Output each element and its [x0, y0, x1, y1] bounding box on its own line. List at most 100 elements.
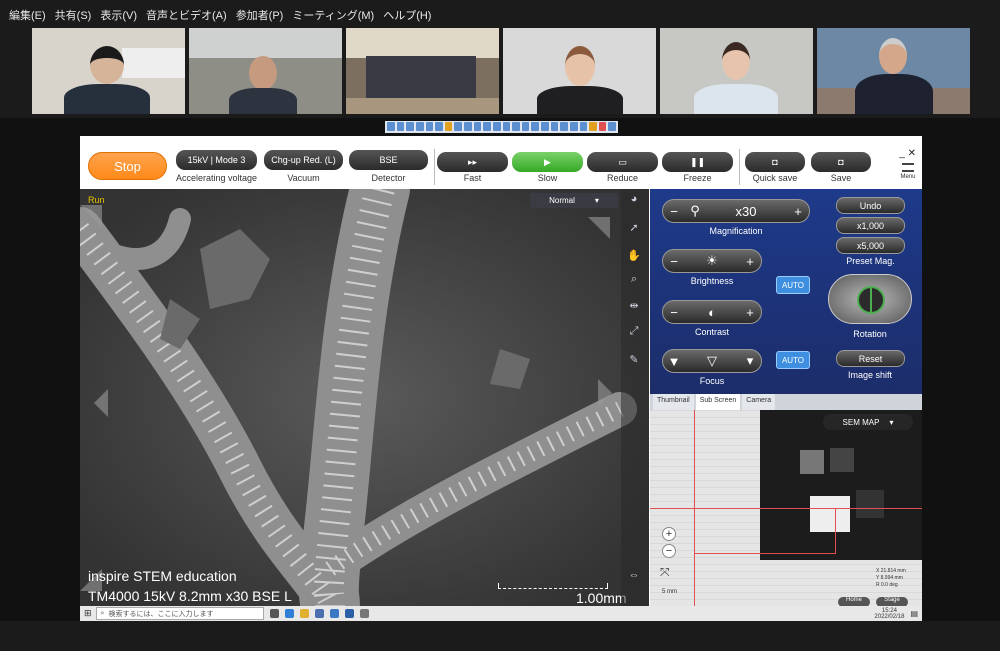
detector-button[interactable]: BSE: [349, 150, 428, 170]
menu-participants[interactable]: 参加者(P): [236, 7, 284, 23]
scan-mode-value: Normal: [549, 196, 575, 205]
internet-explorer-icon[interactable]: [344, 609, 354, 618]
freeze-button[interactable]: ❚❚: [662, 152, 733, 172]
globe-icon[interactable]: ◕: [624, 193, 644, 211]
undo-button[interactable]: Undo: [836, 197, 905, 214]
menu-share[interactable]: 共有(S): [55, 7, 92, 23]
expand-icon[interactable]: ⤢: [624, 325, 644, 343]
scale-bar: [498, 583, 608, 589]
focus-fine-icon[interactable]: ▾: [739, 353, 761, 369]
map-zoom-in-icon[interactable]: +: [662, 527, 676, 541]
plus-icon[interactable]: +: [739, 254, 761, 269]
home-button[interactable]: Home: [838, 597, 870, 606]
accelerating-voltage-button[interactable]: 15kV | Mode 3: [176, 150, 257, 170]
contrast-label: Contrast: [694, 327, 729, 337]
fit-view-icon[interactable]: ⇔: [624, 569, 644, 587]
stage-button[interactable]: Stage: [876, 597, 908, 606]
scale-bar-label: 1.00mm: [576, 590, 627, 606]
reduce-button[interactable]: ▭: [587, 152, 658, 172]
contrast-control[interactable]: − ◐ +: [662, 300, 762, 324]
image-caption-line1: inspire STEM education: [88, 568, 237, 584]
windows-start-icon[interactable]: ⊞: [84, 608, 92, 619]
brightness-control[interactable]: − ☀ +: [662, 249, 762, 273]
sub-panel-tabs: Thumbnail Sub Screen Camera: [650, 394, 922, 410]
slow-scan-label: Slow: [537, 173, 558, 183]
map-fit-icon[interactable]: ⤧: [660, 565, 670, 580]
sem-map-select[interactable]: SEM MAP ▾: [823, 414, 913, 430]
plus-icon[interactable]: +: [787, 204, 809, 219]
participant-video-1[interactable]: [32, 28, 185, 114]
focus-label: Focus: [699, 376, 725, 386]
stop-button[interactable]: Stop: [88, 152, 167, 180]
window-controls[interactable]: _ ✕: [899, 148, 916, 159]
reduce-label: Reduce: [606, 173, 639, 183]
file-explorer-icon[interactable]: [299, 609, 309, 618]
image-shift-label: Image shift: [847, 370, 893, 380]
control-toolbar: Stop 15kV | Mode 3 Accelerating voltage …: [80, 147, 922, 189]
taskbar-clock: 15:24 2022/02/18: [874, 608, 904, 620]
zoom-tool-icon[interactable]: ⌕: [624, 273, 644, 291]
menu-icon[interactable]: [902, 163, 914, 172]
participant-video-2[interactable]: [189, 28, 342, 114]
search-icon: ⌕: [100, 609, 105, 617]
map-zoom-out-icon[interactable]: −: [662, 544, 676, 558]
taskbar-search-input[interactable]: ⌕ 検索するには、ここに入力します: [95, 607, 264, 620]
sem-map-view[interactable]: SEM MAP ▾ + − ⤧ 5 mm X 21.814 mm Y 8.994…: [650, 410, 922, 606]
quick-save-button[interactable]: ◘: [745, 152, 805, 172]
vacuum-button[interactable]: Chg-up Red. (L): [264, 150, 343, 170]
edit-icon[interactable]: ✎: [624, 353, 644, 371]
auto-brightness-contrast-button[interactable]: AUTO: [776, 276, 810, 294]
task-view-icon[interactable]: [269, 609, 279, 618]
menu-label: Menu: [900, 174, 916, 180]
notification-icon[interactable]: ▤: [910, 609, 918, 618]
freeze-label: Freeze: [683, 173, 712, 183]
magnification-control[interactable]: − ⚲ x30 +: [662, 199, 810, 223]
sem-image-view[interactable]: Run Normal ▾ inspire STEM education TM40…: [80, 189, 649, 606]
meeting-bottom-bar: [0, 621, 1000, 651]
contrast-icon: ◐: [708, 304, 716, 320]
measure-tool-icon[interactable]: ⇹: [624, 299, 644, 317]
save-label: Save: [830, 173, 852, 183]
menu-help[interactable]: ヘルプ(H): [383, 7, 431, 23]
menu-view[interactable]: 表示(V): [100, 7, 137, 23]
share-toolbar[interactable]: [385, 121, 618, 133]
store-icon[interactable]: [314, 609, 324, 618]
menu-meeting[interactable]: ミーティング(M): [292, 7, 374, 23]
cursor-tool-icon[interactable]: ➚: [624, 221, 644, 239]
sem-app-taskbar-icon[interactable]: [359, 609, 369, 618]
save-button[interactable]: ◘: [811, 152, 871, 172]
sem-micrograph: [80, 189, 649, 606]
magnifier-icon: ⚲: [690, 203, 700, 218]
auto-focus-button[interactable]: AUTO: [776, 351, 810, 369]
slow-scan-button[interactable]: ▶: [512, 152, 583, 172]
menu-edit[interactable]: 編集(E): [9, 7, 46, 23]
scan-mode-select[interactable]: Normal ▾: [530, 193, 618, 208]
tab-camera[interactable]: Camera: [742, 394, 776, 410]
preset-mag-2-button[interactable]: x5,000: [836, 237, 905, 254]
participant-video-5[interactable]: [660, 28, 813, 114]
participant-video-3[interactable]: [346, 28, 499, 114]
participant-video-4[interactable]: [503, 28, 656, 114]
participant-video-6[interactable]: [817, 28, 970, 114]
focus-coarse-icon[interactable]: ▼: [663, 354, 685, 369]
vacuum-label: Vacuum: [287, 173, 320, 183]
minus-icon[interactable]: −: [663, 204, 685, 219]
fast-scan-button[interactable]: ▸▸: [437, 152, 508, 172]
menu-audio-video[interactable]: 音声とビデオ(A): [146, 7, 227, 23]
reset-image-shift-button[interactable]: Reset: [836, 350, 905, 367]
focus-control[interactable]: ▼ ▽ ▾: [662, 349, 762, 373]
rotation-control[interactable]: [828, 274, 912, 324]
tab-thumbnail[interactable]: Thumbnail: [653, 394, 694, 410]
mail-icon[interactable]: [329, 609, 339, 618]
hand-tool-icon[interactable]: ✋: [624, 249, 644, 267]
detector-label: Detector: [371, 173, 406, 183]
minus-icon[interactable]: −: [663, 254, 685, 269]
preset-mag-1-button[interactable]: x1,000: [836, 217, 905, 234]
view-tools: ◕ ➚ ✋ ⌕ ⇹ ⤢ ✎ ⇔: [621, 189, 649, 606]
tab-sub-screen[interactable]: Sub Screen: [695, 394, 741, 410]
plus-icon[interactable]: +: [739, 305, 761, 320]
minus-icon[interactable]: −: [663, 305, 685, 320]
sem-application-window: Stop 15kV | Mode 3 Accelerating voltage …: [80, 136, 922, 606]
edge-icon[interactable]: [284, 609, 294, 618]
clock-date: 2022/02/18: [874, 613, 905, 620]
